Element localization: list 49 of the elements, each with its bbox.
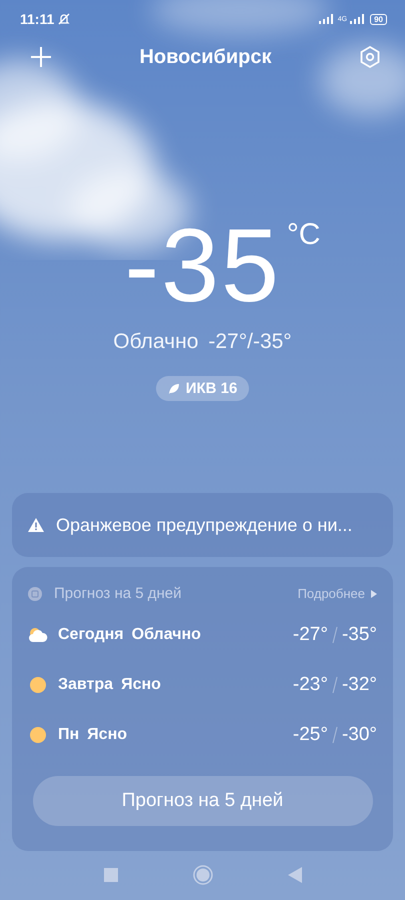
leaf-icon bbox=[168, 382, 180, 394]
sun-icon bbox=[28, 726, 48, 744]
forecast-row[interactable]: Сегодня Облачно -27° -35° bbox=[28, 610, 377, 660]
warning-icon bbox=[28, 518, 44, 532]
forecast-condition: Облачно bbox=[132, 626, 202, 644]
temperature-range: -27°/-35° bbox=[208, 330, 292, 354]
signal-icon bbox=[350, 14, 364, 24]
high-temperature: -27° bbox=[292, 624, 328, 646]
calendar-icon bbox=[28, 586, 42, 600]
high-temperature: -25° bbox=[292, 724, 328, 746]
slash-icon bbox=[332, 676, 338, 694]
slash-icon bbox=[332, 626, 338, 644]
forecast-day: Завтра bbox=[58, 676, 114, 694]
current-temperature: -35 bbox=[124, 216, 281, 316]
weather-warning-card[interactable]: Оранжевое предупреждение о ни... bbox=[12, 493, 393, 557]
forecast-button[interactable]: Прогноз на 5 дней bbox=[32, 776, 372, 826]
low-temperature: -30° bbox=[342, 724, 377, 746]
forecast-condition: Ясно bbox=[121, 676, 162, 694]
forecast-row[interactable]: Завтра Ясно -23° -32° bbox=[28, 660, 377, 710]
low-temperature: -32° bbox=[342, 674, 377, 696]
forecast-row[interactable]: Пн Ясно -25° -30° bbox=[28, 710, 377, 760]
forecast-day: Пн bbox=[58, 726, 80, 744]
sun-icon bbox=[28, 676, 48, 694]
cloud-icon bbox=[28, 627, 48, 643]
slash-icon bbox=[332, 726, 338, 744]
recent-apps-button[interactable] bbox=[104, 868, 118, 882]
back-button[interactable] bbox=[288, 867, 302, 883]
plus-icon bbox=[30, 46, 52, 68]
home-button[interactable] bbox=[192, 865, 212, 885]
city-name: Новосибирск bbox=[139, 46, 272, 68]
warning-text: Оранжевое предупреждение о ни... bbox=[56, 514, 352, 536]
status-time: 11:11 bbox=[20, 11, 54, 27]
details-link[interactable]: Подробнее bbox=[298, 586, 377, 601]
forecast-condition: Ясно bbox=[87, 726, 128, 744]
air-quality-index: ИКВ 16 bbox=[186, 380, 238, 397]
current-condition: Облачно bbox=[113, 330, 198, 354]
temperature-unit: °C bbox=[286, 220, 320, 253]
high-temperature: -23° bbox=[292, 674, 328, 696]
settings-icon bbox=[359, 45, 381, 69]
bell-muted-icon bbox=[57, 12, 72, 26]
battery-level: 90 bbox=[370, 14, 387, 24]
air-quality-badge[interactable]: ИКВ 16 bbox=[156, 376, 250, 401]
settings-button[interactable] bbox=[359, 45, 381, 69]
signal-icon bbox=[318, 14, 335, 24]
forecast-day: Сегодня bbox=[58, 626, 124, 644]
caret-icon bbox=[371, 590, 377, 598]
add-button[interactable] bbox=[30, 46, 52, 68]
forecast-title: Прогноз на 5 дней bbox=[54, 585, 182, 602]
low-temperature: -35° bbox=[342, 624, 377, 646]
